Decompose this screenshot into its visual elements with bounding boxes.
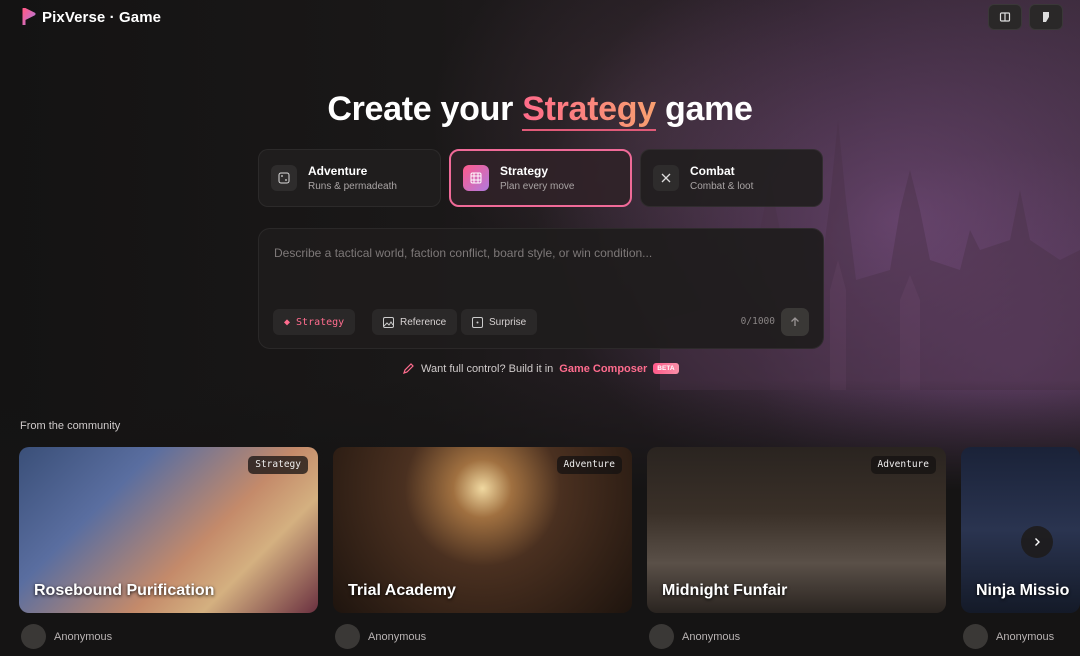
mode-title: Strategy (500, 164, 549, 178)
card-title: Trial Academy (348, 582, 456, 599)
avatar (21, 624, 46, 649)
char-counter: 0/1000 (740, 316, 775, 327)
pixverse-logo-icon (22, 8, 36, 25)
genre-tag: Adventure (556, 456, 622, 474)
page-title: Create your Strategy game (0, 90, 1080, 131)
composer-promo: Want full control? Build it in Game Comp… (402, 362, 679, 375)
game-composer-link[interactable]: Game Composer (559, 363, 647, 375)
mode-adventure[interactable]: Adventure Runs & permadeath (258, 149, 441, 207)
diamond-icon: ◆ (284, 316, 291, 328)
swords-icon (653, 165, 679, 191)
avatar (649, 624, 674, 649)
card-author[interactable]: Anonymous (21, 624, 112, 649)
brand-logo[interactable]: PixVerse · Game (22, 6, 161, 28)
dice-icon (271, 165, 297, 191)
genre-tag: Strategy (248, 456, 308, 474)
mode-selector: Adventure Runs & permadeath Strategy Plan … (258, 149, 823, 207)
bookmark-icon (1043, 12, 1049, 22)
image-icon (383, 316, 394, 328)
prompt-box[interactable]: Describe a tactical world, faction confl… (258, 228, 824, 349)
card-title: Midnight Funfair (662, 582, 788, 599)
carousel-next-button[interactable] (1021, 526, 1053, 558)
composer-text: Want full control? Build it in (421, 362, 554, 375)
send-button[interactable] (781, 308, 809, 336)
arrow-up-icon (791, 317, 799, 326)
library-button[interactable] (988, 4, 1022, 30)
genre-tag: Adventure (870, 456, 936, 474)
highlight-genre: Strategy (522, 90, 656, 131)
brand-name: PixVerse · Game (42, 8, 162, 26)
avatar (335, 624, 360, 649)
profile-button[interactable] (1029, 4, 1063, 30)
mode-strategy[interactable]: Strategy Plan every move (449, 149, 632, 207)
mode-subtitle: Combat & loot (690, 181, 754, 192)
card-author[interactable]: Anonymous (963, 624, 1054, 649)
chip-reference[interactable]: Reference (372, 309, 458, 335)
beta-badge: BETA (653, 363, 679, 374)
pencil-icon (403, 363, 414, 374)
mode-title: Combat (690, 164, 735, 178)
chevron-right-icon (1035, 538, 1040, 546)
game-card[interactable]: Adventure Trial Academy (333, 447, 632, 613)
chip-strategy[interactable]: ◆ Strategy (273, 309, 356, 335)
chip-surprise[interactable]: Surprise (461, 309, 538, 335)
avatar (963, 624, 988, 649)
prompt-input[interactable]: Describe a tactical world, faction confl… (274, 246, 652, 260)
shuffle-icon (472, 316, 483, 328)
game-card[interactable]: Strategy Rosebound Purification (19, 447, 318, 613)
mode-subtitle: Plan every move (500, 181, 575, 192)
mode-title: Adventure (308, 164, 368, 178)
mode-subtitle: Runs & permadeath (308, 181, 397, 192)
card-author[interactable]: Anonymous (649, 624, 740, 649)
mode-combat[interactable]: Combat Combat & loot (640, 149, 823, 207)
card-title: Ninja Missio (976, 582, 1070, 599)
community-heading: From the community (20, 420, 121, 432)
game-card[interactable]: Ninja Missio (961, 447, 1080, 613)
grid-icon (463, 165, 489, 191)
community-carousel: Strategy Rosebound Purification Adventur… (19, 447, 1080, 613)
card-author[interactable]: Anonymous (335, 624, 426, 649)
card-title: Rosebound Purification (34, 582, 215, 599)
book-icon (999, 12, 1011, 22)
game-card[interactable]: Adventure Midnight Funfair (647, 447, 946, 613)
